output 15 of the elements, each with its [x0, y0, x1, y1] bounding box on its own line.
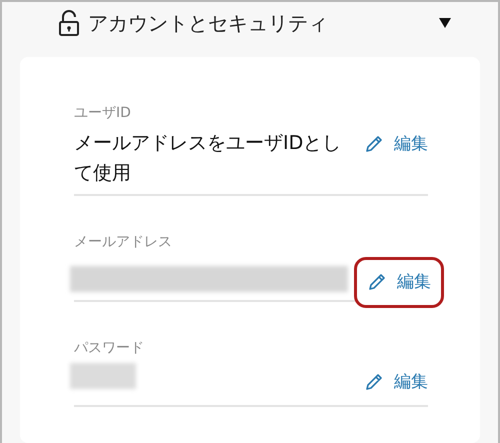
- edit-button[interactable]: 編集: [364, 128, 428, 161]
- field-label: パスワード: [74, 339, 145, 358]
- blurred-value: [70, 363, 136, 389]
- field-label: メールアドレス: [74, 232, 173, 252]
- field-value: メールアドレスをユーザIDとして使用: [74, 130, 342, 186]
- down-triangle-icon: [439, 18, 451, 28]
- collapse-toggle[interactable]: [438, 17, 452, 30]
- lock-icon: [58, 10, 80, 36]
- pencil-icon: [367, 272, 387, 292]
- pencil-icon: [364, 134, 384, 154]
- edit-button[interactable]: 編集: [364, 366, 428, 399]
- section-title: アカウントとセキュリティ: [88, 10, 328, 38]
- field-label: ユーザID: [74, 104, 132, 122]
- edit-button[interactable]: 編集: [354, 256, 444, 308]
- pencil-icon: [364, 372, 384, 392]
